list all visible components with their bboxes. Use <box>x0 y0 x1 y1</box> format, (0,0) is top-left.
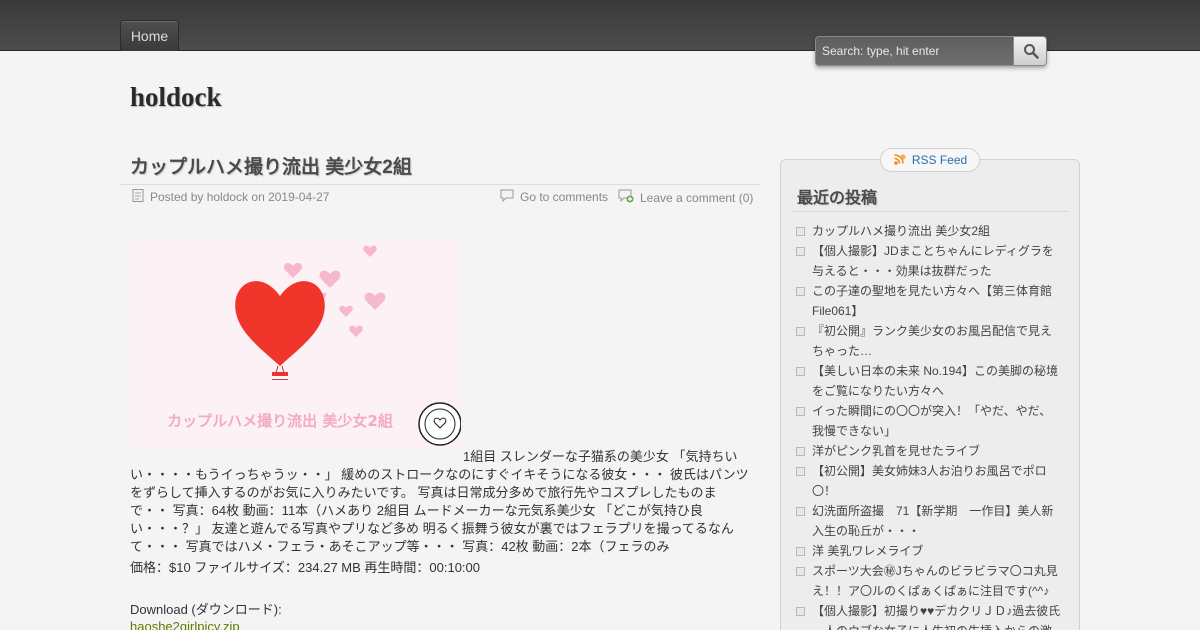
post-body: 1組目 スレンダーな子猫系の美少女 「気持ちい い・・・・もうイっちゃうッ・・」… <box>130 448 752 556</box>
recent-post-item[interactable]: この子達の聖地を見たい方々へ【第三体育館File061】 <box>796 281 1062 321</box>
post-meta-posted: Posted by holdock on 2019-04-27 <box>132 189 329 205</box>
nav-home-tab[interactable]: Home <box>120 20 179 51</box>
post-title[interactable]: カップルハメ撮り流出 美少女2組 <box>130 152 412 179</box>
post-thumbnail-image[interactable]: カップルハメ撮り流出 美少女2組 <box>130 238 461 450</box>
recent-post-item[interactable]: イった瞬間にの〇〇が突入！「やだ、やだ、我慢できない」 <box>796 401 1062 441</box>
rss-feed-label: RSS Feed <box>911 153 968 167</box>
recent-post-item[interactable]: 【美しい日本の未来 No.194】この美脚の秘境をご覧になりたい方々へ <box>796 361 1062 401</box>
recent-post-item[interactable]: 【個人撮影】JDまことちゃんにレディグラを与えると・・・効果は抜群だった <box>796 241 1062 281</box>
add-comment-icon <box>618 189 634 206</box>
comment-bubble-icon <box>500 189 514 205</box>
search-input[interactable] <box>815 36 1014 66</box>
recent-post-item[interactable]: カップルハメ撮り流出 美少女2組 <box>796 221 1062 241</box>
leave-comment-label: Leave a comment (0) <box>640 190 754 205</box>
recent-post-item[interactable]: 幻洗面所盗撮 71【新学期 一作目】美人新入生の恥丘が・・・ <box>796 501 1062 541</box>
download-label: Download (ダウンロード): <box>130 602 282 617</box>
widget-divider <box>792 211 1068 212</box>
leave-comment-link[interactable]: Leave a comment (0) <box>618 189 753 206</box>
recent-post-item[interactable]: 洋 美乳ワレメライブ <box>796 541 1062 561</box>
search-form <box>815 36 1047 66</box>
recent-post-item[interactable]: スポーツ大会㊙Jちゃんのビラビラマ〇コ丸見え！！ア〇ルのくぱぁくぱぁに注目です(… <box>796 561 1062 601</box>
meta-divider <box>120 184 760 185</box>
image-caption: カップルハメ撮り流出 美少女2組 <box>167 412 393 430</box>
site-title[interactable]: holdock <box>130 82 222 113</box>
post-body-rest: い・・・・もうイっちゃうッ・・」 緩めのストロークなのにすぐイキそうになる彼女・… <box>130 467 749 554</box>
recent-posts-list: カップルハメ撮り流出 美少女2組 【個人撮影】JDまことちゃんにレディグラを与え… <box>796 221 1062 630</box>
document-icon <box>132 189 144 205</box>
rss-icon <box>894 154 906 165</box>
recent-post-item[interactable]: 『初公開』ランク美少女のお風呂配信で見えちゃった… <box>796 321 1062 361</box>
posted-by-text: Posted by holdock on 2019-04-27 <box>150 190 330 204</box>
search-icon <box>1024 44 1039 59</box>
go-to-comments-link[interactable]: Go to comments <box>500 189 608 205</box>
heart-balloon-illustration: カップルハメ撮り流出 美少女2組 <box>130 238 461 450</box>
go-to-comments-label: Go to comments <box>520 190 609 204</box>
post-body-lead: 1組目 スレンダーな子猫系の美少女 「気持ちい <box>463 449 738 464</box>
search-button[interactable] <box>1013 36 1047 66</box>
download-link[interactable]: haoshe2girlpicy.zip <box>130 619 240 630</box>
recent-post-item[interactable]: 洋がピンク乳首を見せたライブ <box>796 441 1062 461</box>
rss-feed-link[interactable]: RSS Feed <box>880 148 980 172</box>
post-price-info: 価格：$10 ファイルサイズ：234.27 MB 再生時間：00:10:00 <box>130 560 481 575</box>
recent-posts-title: 最近の投稿 <box>797 190 878 207</box>
recent-post-item[interactable]: 【個人撮影】初撮り♥♥デカクリＪＤ♪過去彼氏一人のウブな女子に人生初の生挿入から… <box>796 601 1062 630</box>
recent-post-item[interactable]: 【初公開】美女姉妹3人お泊りお風呂でポロ〇！ <box>796 461 1062 501</box>
